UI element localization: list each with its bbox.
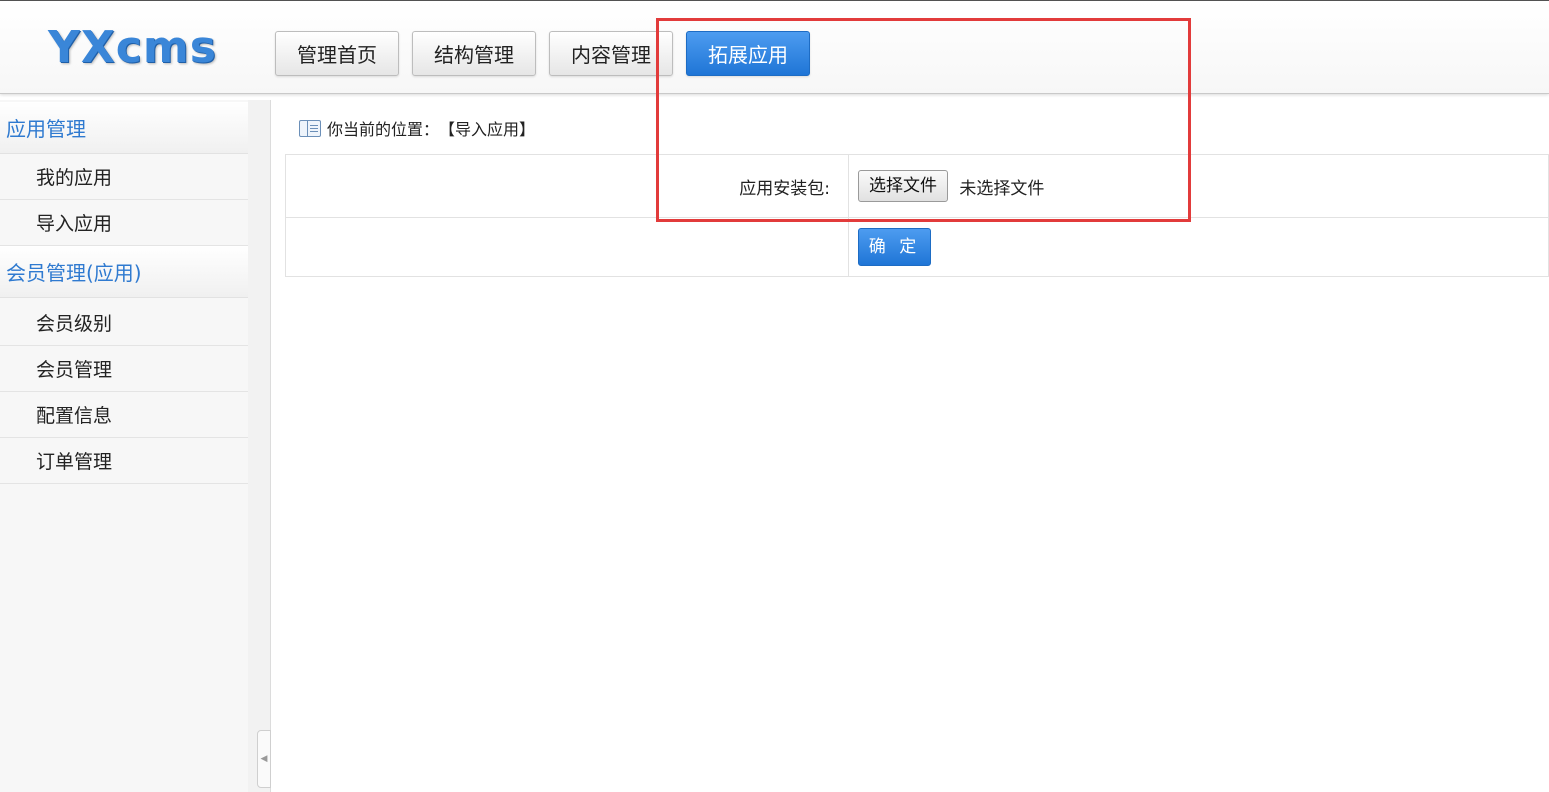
sidebar-group-member-management[interactable]: 会员管理(应用) — [0, 246, 248, 298]
sidebar-item-my-apps[interactable]: 我的应用 — [0, 154, 248, 200]
highlight-annotation-box — [656, 18, 1191, 222]
sidebar: 应用管理 我的应用 导入应用 会员管理(应用) 会员级别 会员管理 配置信息 订… — [0, 100, 248, 792]
nav-content-button[interactable]: 内容管理 — [549, 31, 673, 76]
sidebar-item-member-admin[interactable]: 会员管理 — [0, 346, 248, 392]
sidebar-item-member-levels[interactable]: 会员级别 — [0, 300, 248, 346]
sidebar-collapse-handle[interactable]: ◀ — [257, 730, 271, 788]
submit-button[interactable]: 确 定 — [858, 228, 931, 266]
breadcrumb-current: 【导入应用】 — [439, 120, 536, 139]
breadcrumb: 你当前的位置： 【导入应用】 — [299, 114, 535, 142]
breadcrumb-prefix: 你当前的位置： — [327, 120, 440, 139]
nav-home-button[interactable]: 管理首页 — [275, 31, 399, 76]
sidebar-divider — [248, 100, 271, 792]
logo: YXcms — [48, 22, 217, 73]
nav-structure-button[interactable]: 结构管理 — [412, 31, 536, 76]
empty-label-cell — [285, 217, 849, 277]
page-list-icon — [299, 119, 321, 137]
sidebar-item-order-management[interactable]: 订单管理 — [0, 438, 248, 484]
chevron-left-icon: ◀ — [260, 754, 268, 764]
sidebar-item-config-info[interactable]: 配置信息 — [0, 392, 248, 438]
submit-cell: 确 定 — [848, 217, 1549, 277]
sidebar-group-app-management[interactable]: 应用管理 — [0, 102, 248, 154]
sidebar-item-import-app[interactable]: 导入应用 — [0, 200, 248, 246]
